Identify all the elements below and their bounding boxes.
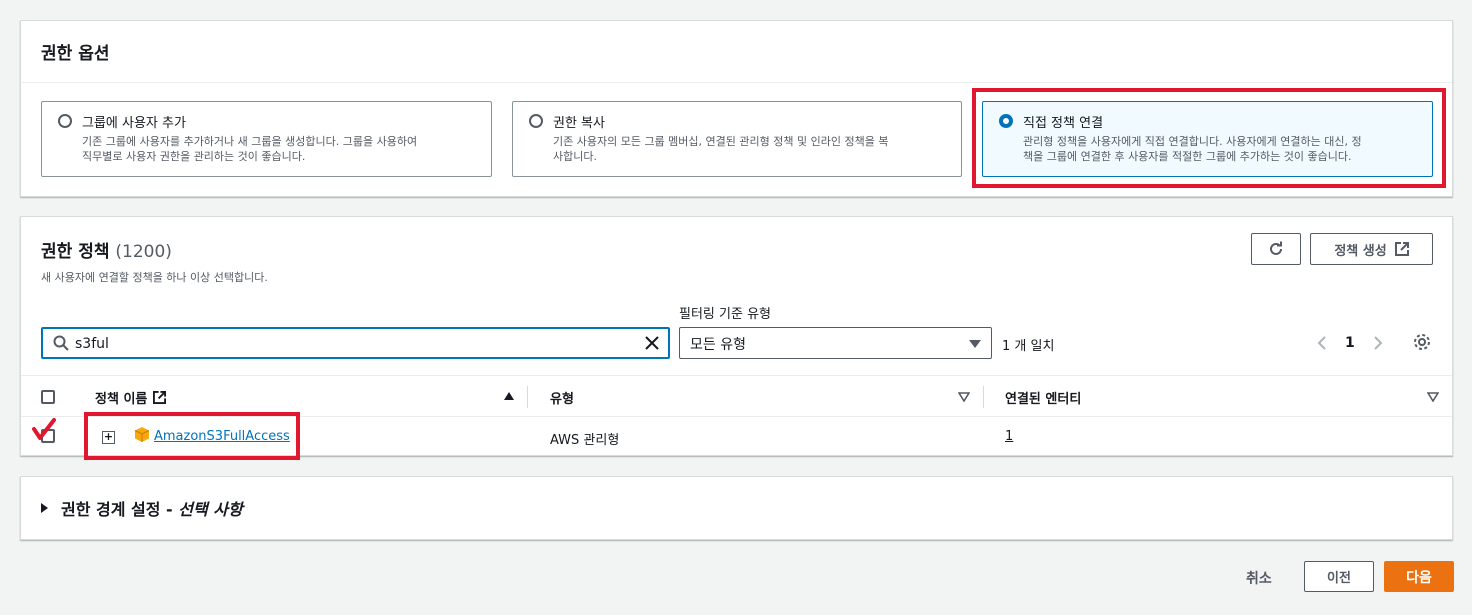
permission-options-panel: 권한 옵션 그룹에 사용자 추가 기존 그룹에 사용자를 추가하거나 새 그룹을… — [20, 20, 1453, 197]
sort-icon[interactable] — [1427, 392, 1439, 402]
external-link-icon — [153, 391, 167, 404]
column-attached-entities[interactable]: 연결된 엔터티 — [1005, 388, 1081, 407]
sort-ascending-icon[interactable] — [503, 391, 515, 401]
column-divider — [983, 386, 984, 408]
checkmark-annotation-icon — [32, 418, 56, 440]
match-count: 1 개 일치 — [1002, 339, 1055, 354]
pagination: 1 — [1317, 331, 1383, 355]
gear-icon[interactable] — [1413, 333, 1431, 351]
radio-button[interactable] — [529, 114, 543, 128]
search-input[interactable] — [75, 333, 635, 355]
policies-subtitle: 새 사용자에 연결할 정책을 하나 이상 선택합니다. — [41, 271, 268, 284]
option-desc-line1: 기존 사용자의 모든 그룹 멤버십, 연결된 관리형 정책 및 인라인 정책을 … — [553, 135, 889, 148]
sort-icon[interactable] — [958, 392, 970, 402]
refresh-icon — [1270, 241, 1282, 255]
create-policy-button[interactable]: 정책 생성 — [1310, 233, 1433, 265]
permission-options-title: 권한 옵션 — [21, 21, 1452, 83]
next-button[interactable]: 다음 — [1384, 561, 1454, 592]
clear-icon[interactable] — [644, 335, 660, 351]
radio-button[interactable] — [58, 114, 72, 128]
search-icon — [53, 335, 69, 351]
option-label: 권한 복사 — [553, 116, 605, 131]
column-divider — [527, 386, 528, 408]
policies-title-text: 권한 정책 — [41, 242, 110, 262]
filter-type-label: 필터링 기준 유형 — [679, 307, 771, 322]
attached-entities-count[interactable]: 1 — [1005, 429, 1013, 444]
option-desc-line2: 직무별로 사용자 권한을 관리하는 것이 좋습니다. — [82, 150, 306, 163]
caret-down-icon — [969, 340, 981, 348]
previous-button[interactable]: 이전 — [1304, 561, 1374, 592]
highlight-annotation — [84, 412, 300, 460]
external-link-icon — [1394, 242, 1409, 256]
option-label: 그룹에 사용자 추가 — [82, 116, 186, 131]
boundary-optional-text: 선택 사항 — [178, 500, 243, 519]
column-type[interactable]: 유형 — [550, 388, 574, 407]
permission-policies-panel: 권한 정책 (1200) 새 사용자에 연결할 정책을 하나 이상 선택합니다.… — [20, 216, 1453, 460]
chevron-right-icon[interactable] — [1373, 335, 1383, 351]
cancel-button[interactable]: 취소 — [1246, 568, 1272, 588]
filter-type-select[interactable]: 모든 유형 — [679, 327, 992, 359]
create-policy-label: 정책 생성 — [1334, 243, 1387, 259]
chevron-left-icon[interactable] — [1317, 335, 1327, 351]
current-page[interactable]: 1 — [1345, 335, 1355, 351]
filter-type-value: 모든 유형 — [690, 337, 746, 353]
table-header: 정책 이름 유형 연결된 엔터티 — [21, 375, 1452, 417]
option-desc-line1: 기존 그룹에 사용자를 추가하거나 새 그룹을 생성합니다. 그룹을 사용하여 — [82, 135, 418, 148]
column-label: 정책 이름 — [95, 392, 148, 407]
boundary-title[interactable]: 권한 경계 설정 - 선택 사항 — [61, 496, 243, 520]
policy-search-field[interactable] — [41, 327, 670, 359]
policies-count: (1200) — [115, 242, 172, 262]
refresh-button[interactable] — [1251, 233, 1301, 265]
boundary-title-text: 권한 경계 설정 - — [61, 500, 179, 519]
option-copy-permissions[interactable]: 권한 복사 기존 사용자의 모든 그룹 멤버십, 연결된 관리형 정책 및 인라… — [512, 101, 962, 177]
select-all-checkbox[interactable] — [41, 390, 55, 404]
policies-title: 권한 정책 (1200) — [41, 237, 172, 262]
column-policy-name[interactable]: 정책 이름 — [95, 388, 167, 407]
option-desc-line2: 사합니다. — [553, 150, 597, 163]
policy-type: AWS 관리형 — [550, 433, 620, 448]
option-add-to-group[interactable]: 그룹에 사용자 추가 기존 그룹에 사용자를 추가하거나 새 그룹을 생성합니다… — [41, 101, 492, 177]
highlight-annotation — [972, 88, 1446, 188]
caret-right-icon[interactable] — [41, 503, 48, 513]
permissions-boundary-panel[interactable]: 권한 경계 설정 - 선택 사항 — [20, 476, 1453, 540]
